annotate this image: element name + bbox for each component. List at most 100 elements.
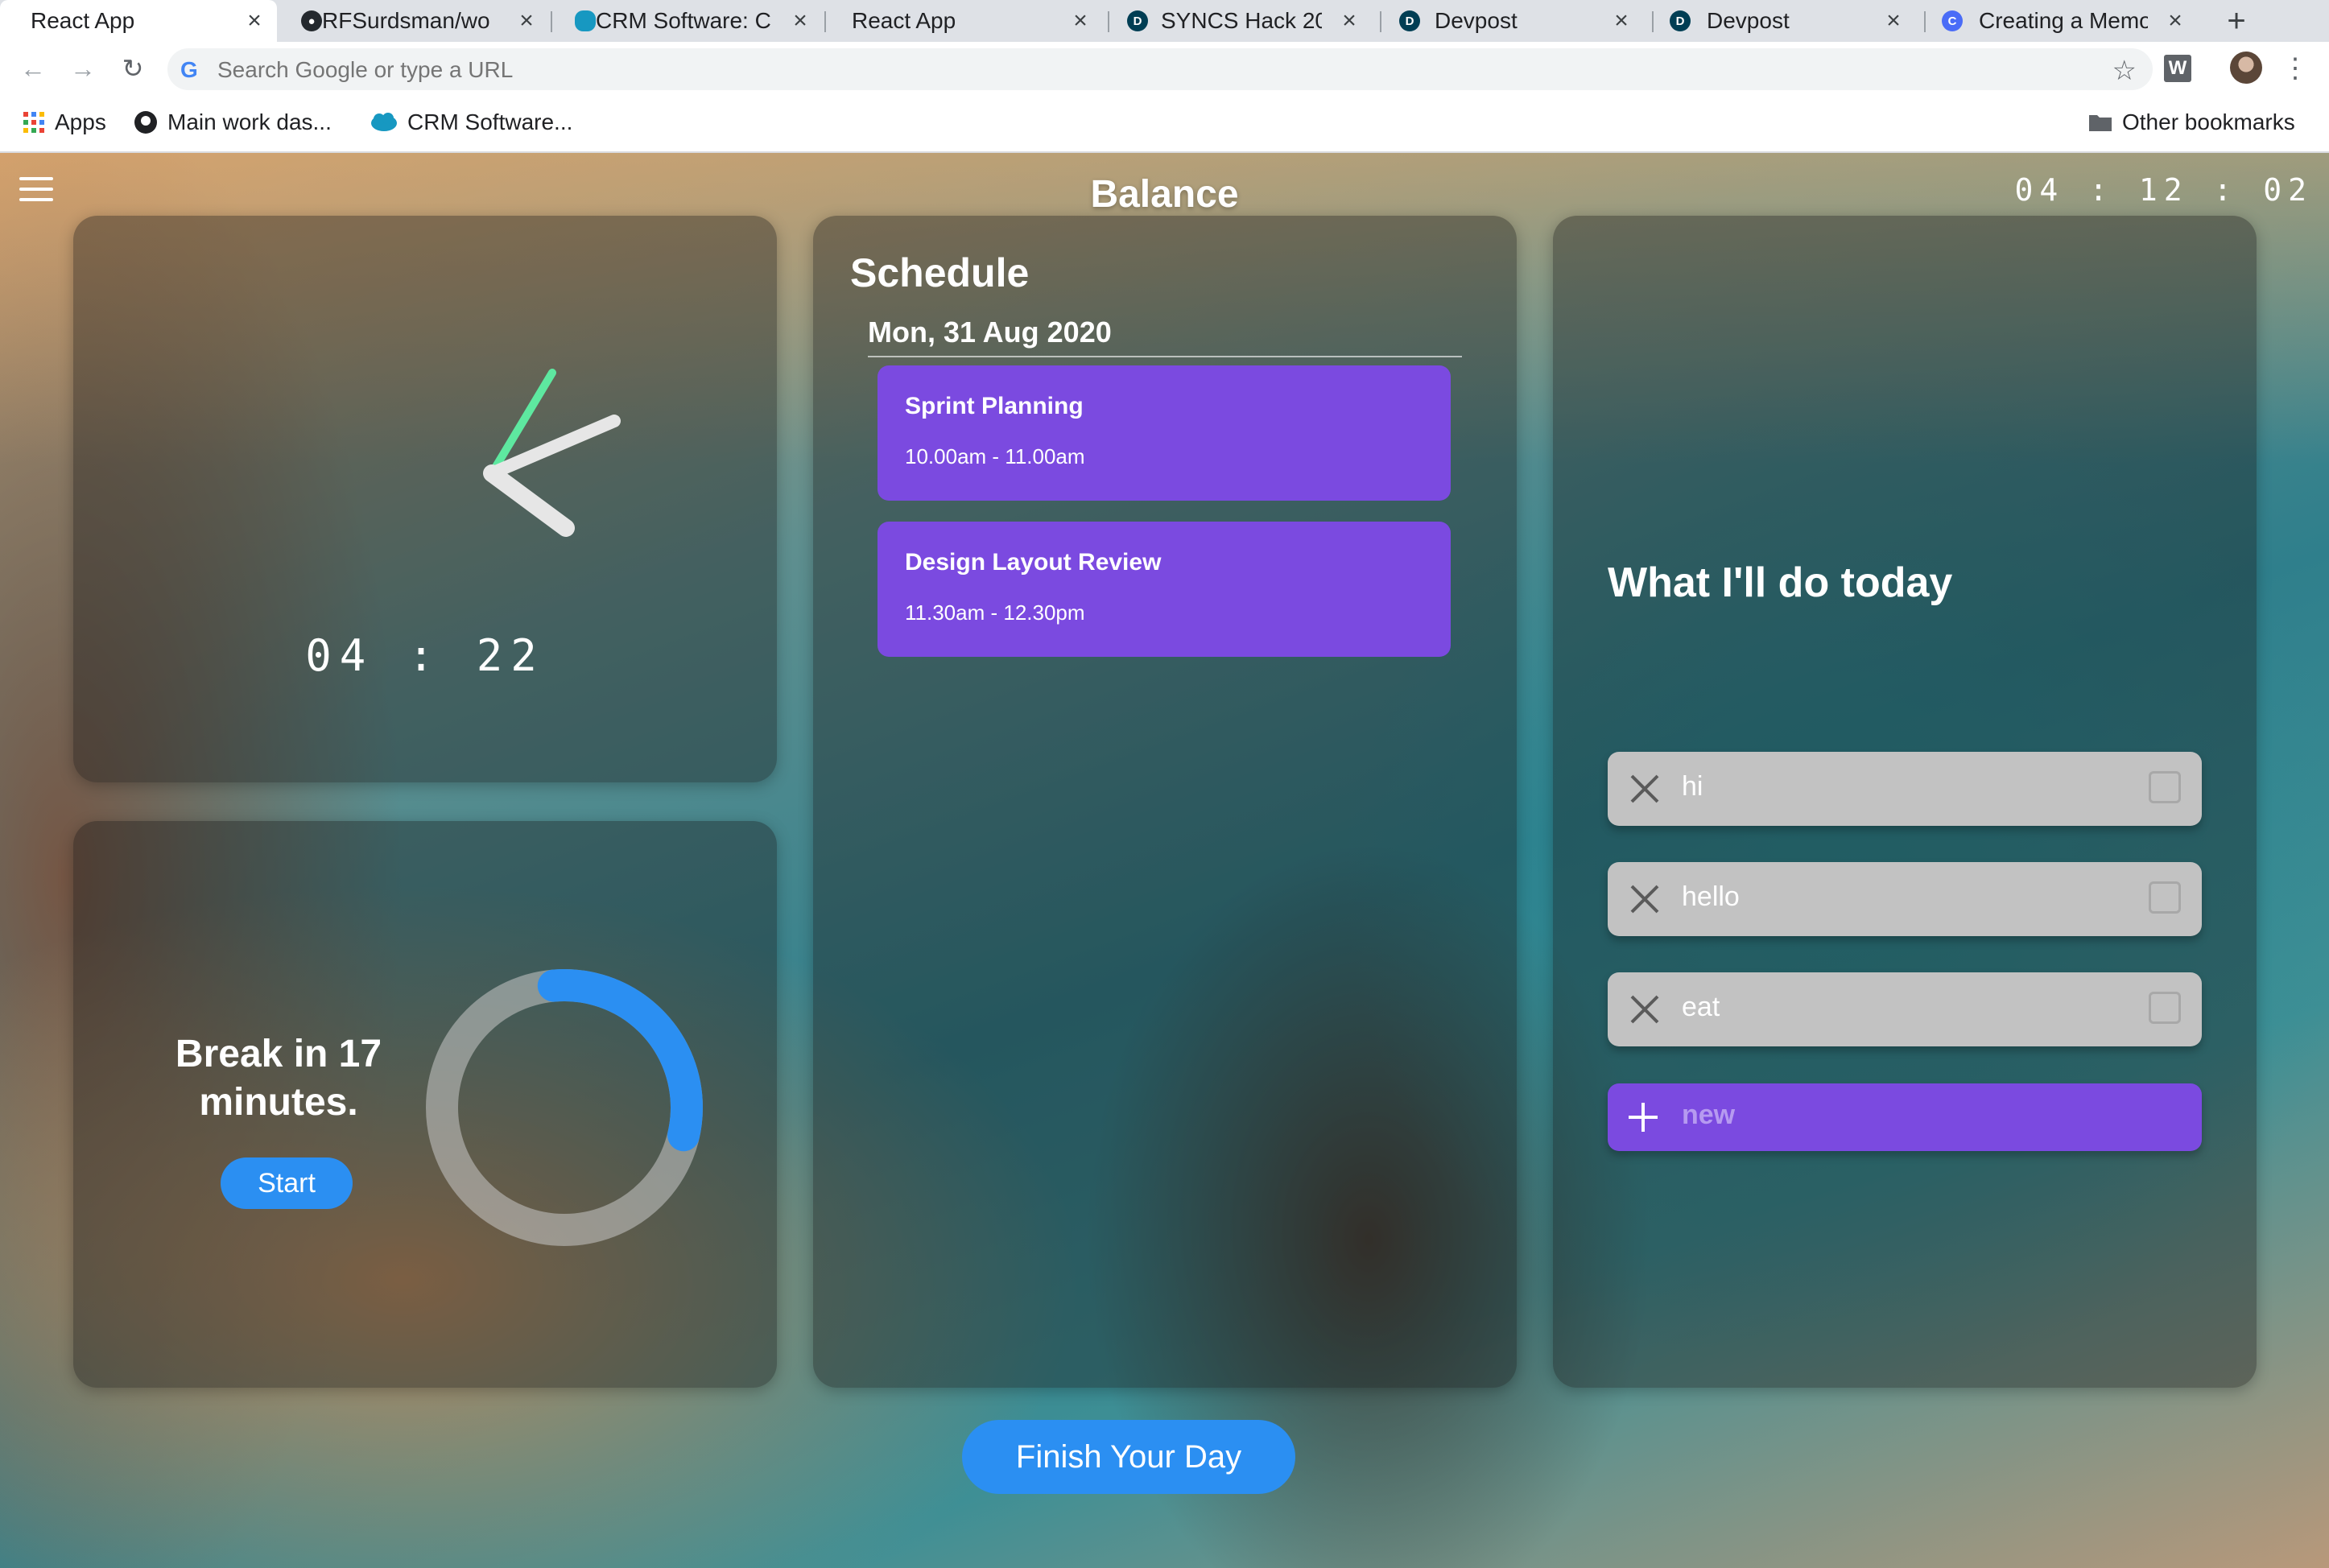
reload-icon[interactable]: ↻ [116, 52, 150, 85]
event-name: Sprint Planning [905, 393, 1084, 419]
tab-separator [1380, 11, 1381, 32]
finish-day-button[interactable]: Finish Your Day [962, 1420, 1295, 1494]
schedule-date: Mon, 31 Aug 2020 [868, 316, 1112, 349]
new-tab-button[interactable]: + [2217, 2, 2256, 40]
tab-devpost-1[interactable]: D Devpost × [1388, 0, 1644, 42]
folder-icon [2088, 113, 2112, 132]
bookmark-apps[interactable]: Apps [23, 106, 106, 138]
schedule-event[interactable]: Design Layout Review 11.30am - 12.30pm [878, 522, 1451, 657]
tab-react-app-2[interactable]: React App × [829, 0, 1103, 42]
plus-icon [1629, 1103, 1658, 1132]
start-button[interactable]: Start [221, 1157, 353, 1209]
todo-text: hi [1682, 771, 1703, 802]
tab-title: RFSurdsman/wo [322, 8, 490, 33]
close-tab-icon[interactable]: × [240, 6, 269, 35]
extension-w-icon[interactable]: W [2164, 55, 2191, 82]
bookmark-label: CRM Software... [407, 109, 573, 134]
event-time: 10.00am - 11.00am [905, 444, 1085, 468]
break-progress-ring [426, 969, 703, 1246]
tab-title: React App [31, 8, 135, 33]
tab-creating-memo[interactable]: C Creating a Memo × [1932, 0, 2198, 42]
other-bookmarks-label: Other bookmarks [2122, 109, 2295, 134]
current-time: 04 : 12 : 02 [2014, 172, 2313, 208]
app-title: Balance [1090, 173, 1239, 216]
event-time: 11.30am - 12.30pm [905, 600, 1085, 625]
todo-checkbox[interactable] [2149, 771, 2181, 803]
tab-separator [1108, 11, 1109, 32]
devpost-icon: D [1127, 10, 1148, 31]
tab-devpost-2[interactable]: D Devpost × [1660, 0, 1916, 42]
bookmark-crm[interactable]: CRM Software... [370, 106, 572, 138]
todo-title: What I'll do today [1608, 559, 1953, 606]
tab-title: SYNCS Hack 202 [1161, 8, 1322, 33]
close-tab-icon[interactable]: × [2161, 6, 2190, 35]
todo-checkbox[interactable] [2149, 992, 2181, 1024]
devpost-icon: D [1399, 10, 1420, 31]
todo-item: hi [1608, 752, 2202, 826]
todo-item: hello [1608, 862, 2202, 936]
tab-github[interactable]: ● RFSurdsman/wo × [293, 0, 549, 42]
tab-title: Creating a Memo [1979, 8, 2148, 33]
clock-card: 04 : 22 [73, 216, 777, 782]
close-tab-icon[interactable]: × [1607, 6, 1636, 35]
break-timer-card: Break in 17 minutes. Start [73, 821, 777, 1388]
schedule-event[interactable]: Sprint Planning 10.00am - 11.00am [878, 365, 1451, 501]
tab-separator [1924, 11, 1926, 32]
browser-toolbar: ← → ↻ G ☆ W ⋮ [0, 42, 2329, 95]
delete-x-icon[interactable] [1627, 771, 1662, 807]
todo-checkbox[interactable] [2149, 881, 2181, 914]
google-g-icon: G [180, 57, 198, 82]
tab-title: CRM Software: C [596, 8, 771, 33]
browser-tab-strip: React App × ● RFSurdsman/wo × CRM Softwa… [0, 0, 2329, 42]
schedule-title: Schedule [850, 250, 1030, 295]
apps-grid-icon [23, 111, 45, 134]
other-bookmarks[interactable]: Other bookmarks [2088, 106, 2295, 138]
close-tab-icon[interactable]: × [786, 6, 815, 35]
tab-title: React App [852, 8, 956, 33]
github-icon [134, 110, 158, 134]
devpost-icon: D [1670, 10, 1691, 31]
todo-card: What I'll do today hi hello eat new [1553, 216, 2257, 1388]
address-input[interactable] [216, 53, 2071, 87]
salesforce-cloud-icon [575, 10, 596, 31]
digital-clock: 04 : 22 [305, 630, 545, 681]
schedule-card: Schedule Mon, 31 Aug 2020 Sprint Plannin… [813, 216, 1517, 1388]
divider [868, 356, 1462, 357]
event-name: Design Layout Review [905, 549, 1162, 576]
tab-title: Devpost [1435, 8, 1518, 33]
tab-crm[interactable]: CRM Software: C × [567, 0, 823, 42]
bookmarks-bar: Apps Main work das... CRM Software... Ot… [0, 95, 2329, 153]
delete-x-icon[interactable] [1627, 992, 1662, 1027]
omnibox[interactable]: G ☆ [167, 48, 2153, 90]
tab-title: Devpost [1707, 8, 1790, 33]
tab-separator [824, 11, 826, 32]
tab-react-app[interactable]: React App × [0, 0, 277, 42]
tab-separator [1652, 11, 1654, 32]
bookmark-label: Apps [55, 109, 106, 134]
close-tab-icon[interactable]: × [512, 6, 541, 35]
tab-separator [551, 11, 552, 32]
add-todo-button[interactable]: new [1608, 1083, 2202, 1151]
break-countdown-text: Break in 17 minutes. [175, 1033, 382, 1124]
bookmark-star-icon[interactable]: ☆ [2112, 55, 2137, 87]
balance-app: Balance 04 : 12 : 02 04 : 22 Break in 17… [0, 153, 2329, 1568]
add-todo-label: new [1682, 1100, 1736, 1130]
analog-clock [483, 369, 621, 537]
close-tab-icon[interactable]: × [1066, 6, 1095, 35]
profile-avatar[interactable] [2230, 52, 2262, 84]
todo-text: hello [1682, 881, 1740, 912]
close-tab-icon[interactable]: × [1879, 6, 1908, 35]
delete-x-icon[interactable] [1627, 881, 1662, 917]
second-hand [483, 464, 575, 537]
c-icon: C [1942, 10, 1963, 31]
todo-text: eat [1682, 992, 1720, 1022]
forward-arrow-icon[interactable]: → [66, 52, 100, 85]
more-menu-icon[interactable]: ⋮ [2278, 52, 2312, 85]
github-icon: ● [301, 10, 322, 31]
close-tab-icon[interactable]: × [1335, 6, 1364, 35]
bookmark-main-work[interactable]: Main work das... [134, 106, 332, 138]
tab-syncs-hack[interactable]: D SYNCS Hack 202 × [1116, 0, 1372, 42]
bookmark-label: Main work das... [167, 109, 332, 134]
todo-item: eat [1608, 972, 2202, 1046]
back-arrow-icon[interactable]: ← [16, 52, 50, 85]
